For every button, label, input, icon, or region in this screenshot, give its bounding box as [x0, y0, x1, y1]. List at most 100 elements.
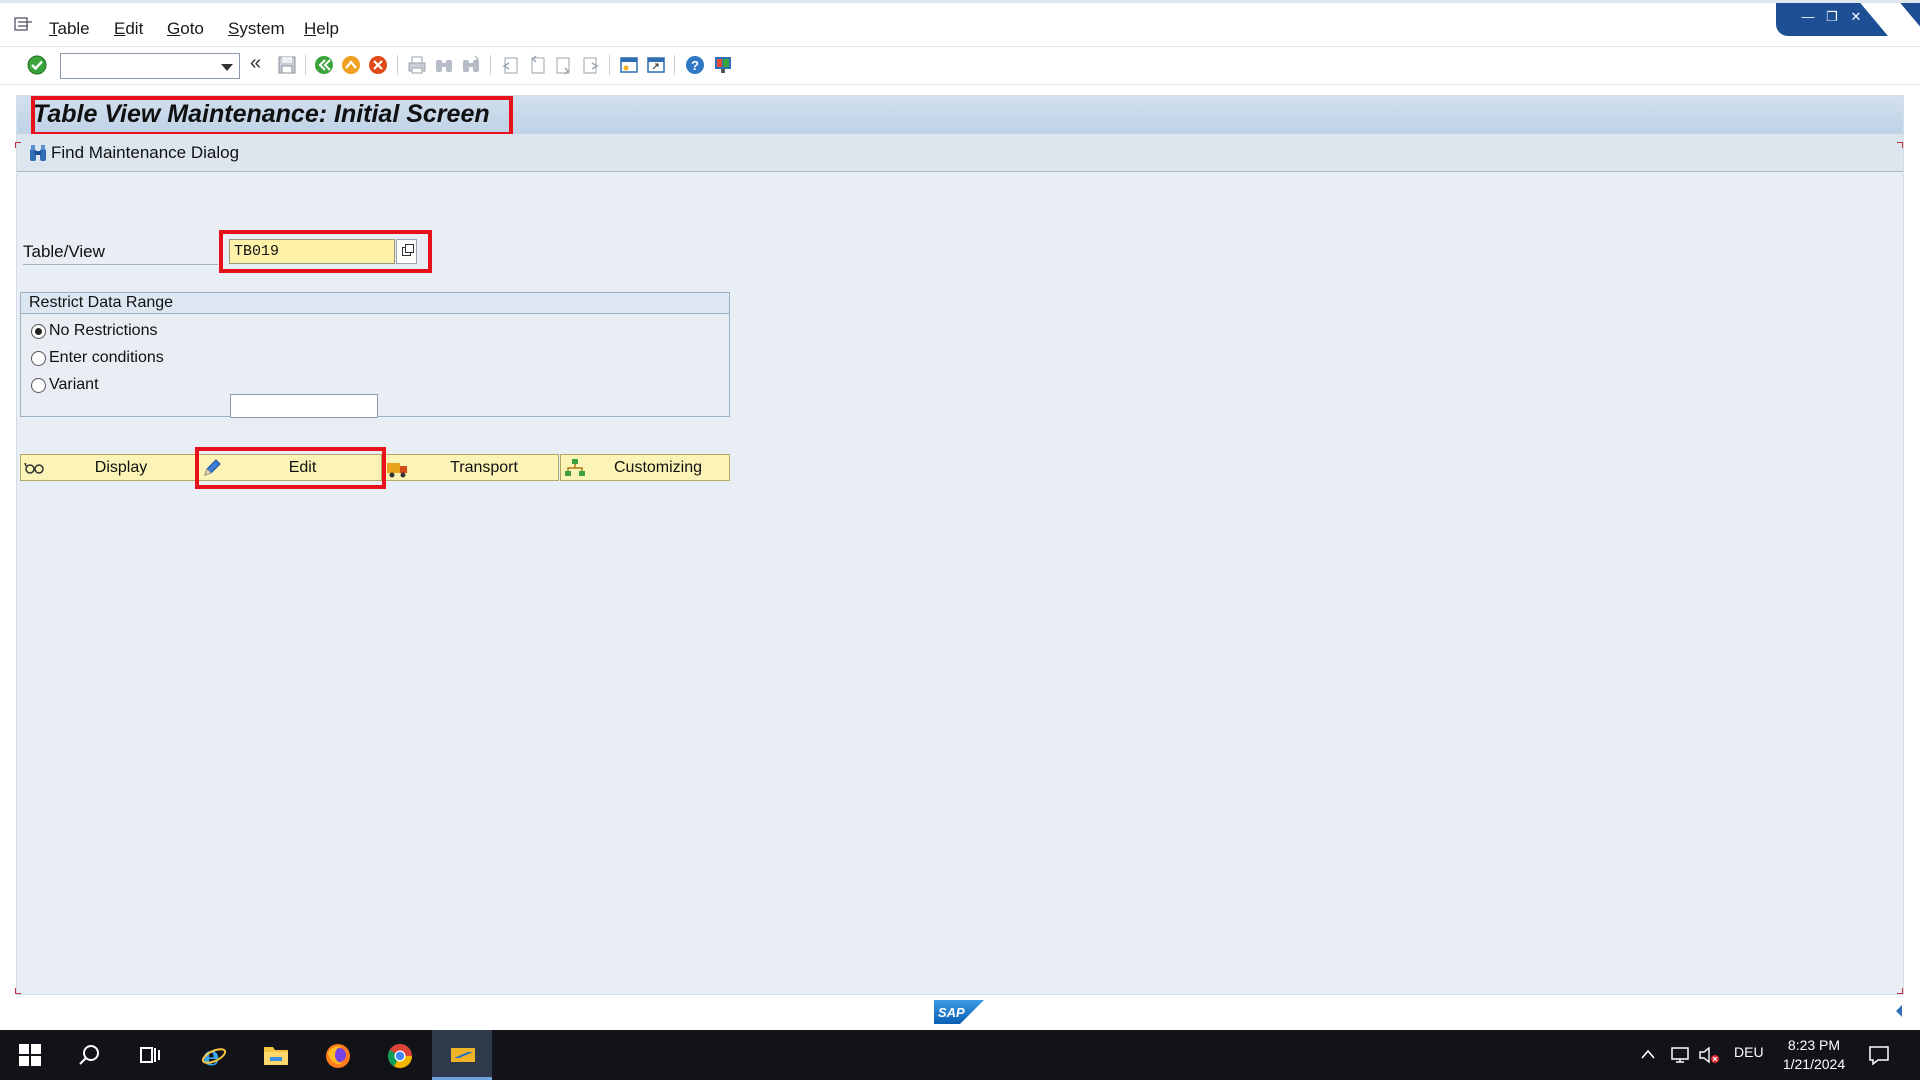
find-next-icon[interactable]: [460, 54, 482, 76]
firefox-icon: [326, 1044, 350, 1068]
radio-unselected-icon[interactable]: [31, 377, 46, 393]
search-icon: [79, 1045, 99, 1065]
corner-mark: [15, 142, 21, 148]
help-icon[interactable]: ?: [684, 54, 706, 76]
table-view-label: Table/View: [23, 242, 218, 265]
firefox-button[interactable]: [307, 1030, 367, 1080]
menu-bar: Table Edit Goto System Help ― ❐ ✕: [0, 0, 1920, 47]
internet-explorer-icon: e: [201, 1043, 227, 1069]
chrome-icon: [387, 1044, 412, 1069]
back-icon[interactable]: [313, 54, 335, 76]
system-toolbar: « ?: [0, 47, 1920, 85]
clock[interactable]: 8:23 PM 1/21/2024: [1770, 1036, 1858, 1074]
previous-page-icon[interactable]: [526, 54, 548, 76]
table-view-highlight-box: [219, 230, 432, 273]
find-maintenance-dialog-label: Find Maintenance Dialog: [51, 143, 240, 162]
notifications-icon[interactable]: [1868, 1044, 1890, 1066]
toolbar-separator: [397, 55, 398, 75]
command-field[interactable]: [60, 53, 240, 79]
svg-text:SAP: SAP: [938, 1005, 965, 1020]
title-highlight-box: [31, 96, 513, 136]
menu-help[interactable]: Help: [304, 19, 339, 39]
collapse-command-icon[interactable]: «: [250, 52, 272, 74]
first-page-icon[interactable]: [499, 54, 521, 76]
edit-highlight-box: [195, 447, 386, 489]
sap-gui-icon: [451, 1048, 475, 1062]
file-explorer-button[interactable]: [245, 1030, 305, 1080]
exit-icon[interactable]: [340, 54, 362, 76]
window-controls: ― ❐ ✕: [1776, 3, 1920, 36]
input-language[interactable]: DEU: [1734, 1044, 1764, 1060]
radio-variant[interactable]: Variant: [31, 374, 99, 396]
toolbar-separator: [674, 55, 675, 75]
start-button[interactable]: [0, 1030, 60, 1080]
glasses-icon: [24, 462, 44, 474]
binoculars-icon: [30, 145, 46, 161]
find-icon[interactable]: [433, 54, 455, 76]
task-view-button[interactable]: [120, 1030, 180, 1080]
customize-layout-icon[interactable]: [712, 54, 734, 76]
status-bar-toggle-icon[interactable]: [1893, 1004, 1905, 1018]
windows-logo-icon: [19, 1044, 41, 1066]
main-screen: Table View Maintenance: Initial Screen F…: [15, 95, 1904, 995]
clock-time: 8:23 PM: [1787, 1037, 1841, 1053]
chevron-up-icon[interactable]: [1640, 1048, 1656, 1060]
sap-menu-icon[interactable]: [14, 16, 34, 32]
transport-button-label: Transport: [450, 458, 518, 476]
radio-no-restrictions-label: No Restrictions: [49, 322, 158, 339]
customizing-button[interactable]: Customizing: [560, 454, 730, 481]
menu-system[interactable]: System: [228, 19, 285, 39]
windows-taskbar: e DEU 8:23 PM 1/21/2024: [0, 1030, 1920, 1080]
task-view-icon: [140, 1047, 160, 1063]
minimize-icon[interactable]: ―: [1798, 8, 1818, 25]
transport-button[interactable]: Transport: [383, 454, 559, 481]
volume-muted-icon[interactable]: [1698, 1045, 1720, 1065]
find-maintenance-dialog-button[interactable]: Find Maintenance Dialog: [29, 142, 239, 164]
radio-variant-label: Variant: [49, 376, 99, 393]
enter-icon[interactable]: [26, 54, 48, 76]
toolbar-separator: [305, 55, 306, 75]
internet-explorer-button[interactable]: e: [183, 1030, 243, 1080]
print-icon[interactable]: [406, 54, 428, 76]
radio-unselected-icon[interactable]: [31, 350, 46, 366]
save-icon[interactable]: [276, 54, 298, 76]
radio-enter-conditions[interactable]: Enter conditions: [31, 347, 164, 369]
search-button[interactable]: [60, 1030, 120, 1080]
radio-enter-conditions-label: Enter conditions: [49, 349, 164, 366]
corner-mark: [15, 988, 21, 994]
display-button-label: Display: [94, 458, 148, 476]
menu-table[interactable]: Table: [49, 19, 90, 39]
cancel-icon[interactable]: [367, 54, 389, 76]
toolbar-separator: [490, 55, 491, 75]
hierarchy-icon: [565, 458, 585, 476]
title-bar: Table View Maintenance: Initial Screen: [17, 96, 1903, 136]
truck-icon: [387, 462, 407, 477]
folder-icon: [264, 1047, 288, 1065]
clock-date: 1/21/2024: [1782, 1056, 1846, 1072]
svg-text:?: ?: [691, 58, 699, 73]
display-button[interactable]: Display: [20, 454, 196, 481]
toolbar-separator: [609, 55, 610, 75]
next-page-icon[interactable]: [553, 54, 575, 76]
variant-input[interactable]: [230, 394, 378, 418]
application-toolbar: Find Maintenance Dialog: [17, 134, 1903, 172]
menu-goto[interactable]: Goto: [167, 19, 204, 39]
last-page-icon[interactable]: [580, 54, 602, 76]
close-icon[interactable]: ✕: [1846, 8, 1866, 25]
window-controls-edge: [1860, 3, 1920, 36]
sap-logon-button[interactable]: [432, 1030, 492, 1080]
menu-edit[interactable]: Edit: [114, 19, 143, 39]
sap-logo: SAP: [934, 1000, 984, 1024]
restore-icon[interactable]: ❐: [1822, 8, 1842, 25]
new-session-icon[interactable]: [618, 54, 640, 76]
corner-mark: [1897, 142, 1903, 148]
radio-selected-icon[interactable]: [31, 323, 46, 339]
chrome-button[interactable]: [369, 1030, 429, 1080]
radio-no-restrictions[interactable]: No Restrictions: [31, 320, 157, 342]
network-icon[interactable]: [1670, 1045, 1692, 1065]
customizing-button-label: Customizing: [613, 458, 703, 476]
corner-mark: [1897, 988, 1903, 994]
shortcut-icon[interactable]: [645, 54, 667, 76]
chevron-down-icon[interactable]: [221, 64, 233, 71]
restrict-data-range-heading: Restrict Data Range: [21, 293, 729, 314]
